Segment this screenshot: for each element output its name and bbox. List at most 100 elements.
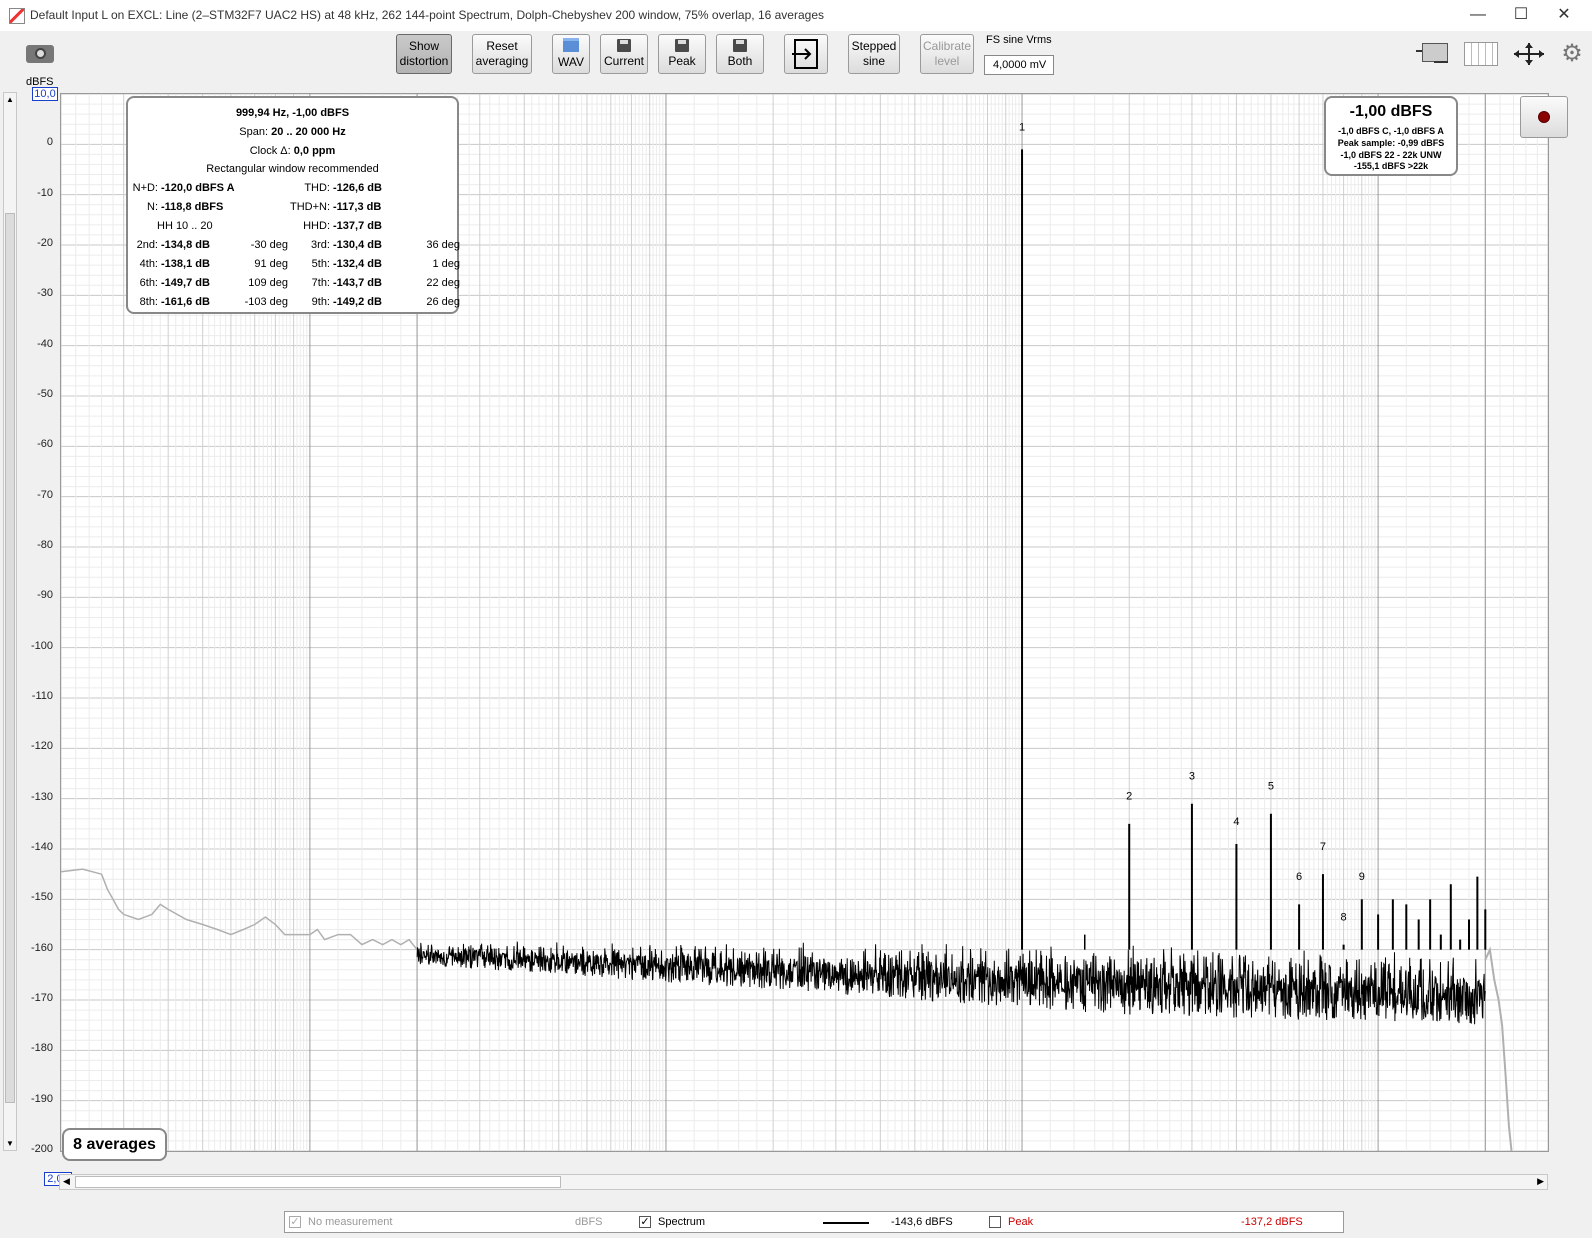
thd-label: THD:: [304, 182, 330, 194]
h8-label: 8th:: [139, 296, 158, 308]
span-readout: Span: 20 .. 20 000 Hz: [128, 126, 457, 138]
no-measurement-checkbox[interactable]: ✓: [289, 1216, 301, 1228]
h9-label: 9th:: [311, 296, 330, 308]
h2-value: -134,8 dB: [161, 239, 210, 251]
harmonic-label-3: 3: [1189, 771, 1195, 783]
no-measurement-unit: dBFS: [575, 1216, 603, 1228]
h8-phase: -103 deg: [244, 296, 288, 308]
columns-icon[interactable]: [1464, 42, 1498, 66]
window-recommendation: Rectangular window recommended: [206, 163, 379, 175]
close-button[interactable]: ✕: [1552, 4, 1576, 26]
h5-phase: 1 deg: [432, 258, 460, 270]
y-tick-label: -100: [30, 639, 53, 652]
calibrate-level-label-1: Calibrate: [922, 39, 972, 53]
thd-value: -126,6 dB: [333, 182, 382, 194]
h5-label: 5th:: [311, 258, 330, 270]
show-distortion-button[interactable]: Show distortion: [396, 34, 452, 74]
reset-averaging-label-2: averaging: [475, 54, 529, 68]
fs-sine-input[interactable]: 4,0000 mV: [984, 55, 1054, 75]
clock-readout: Clock Δ: 0,0 ppm: [128, 145, 457, 157]
h6-phase: 109 deg: [248, 277, 288, 289]
show-distortion-label-2: distortion: [399, 54, 449, 68]
folder-icon: [563, 38, 579, 52]
peak-checkbox[interactable]: [989, 1216, 1001, 1228]
h3-phase: 36 deg: [426, 239, 460, 251]
save-icon: [675, 39, 689, 52]
thdn-value: -117,3 dB: [333, 201, 382, 213]
h6-value: -149,7 dB: [161, 277, 210, 289]
save-current-button[interactable]: Current: [600, 34, 648, 74]
clock-value: 0,0 ppm: [293, 145, 336, 157]
save-icon: [733, 39, 747, 52]
stepped-sine-label-2: sine: [862, 54, 885, 68]
horizontal-scroll-thumb[interactable]: [75, 1176, 561, 1188]
reset-averaging-button[interactable]: Reset averaging: [472, 34, 532, 74]
spectrum-checkbox[interactable]: ✓: [639, 1216, 651, 1228]
peak-value: -137,2 dBFS: [1241, 1216, 1303, 1228]
y-max-input[interactable]: 10,0: [32, 87, 58, 101]
current-label: Current: [603, 54, 644, 68]
wav-label: WAV: [558, 55, 584, 69]
y-tick-label: -40: [37, 337, 53, 350]
export-button[interactable]: [784, 34, 828, 74]
y-tick-label: -170: [30, 992, 53, 1004]
stepped-sine-button[interactable]: Stepped sine: [848, 34, 900, 74]
level-line-4: -155,1 dBFS >22k: [1353, 161, 1429, 171]
level-main: -1,00 dBFS: [1349, 103, 1433, 120]
gear-icon[interactable]: ⚙: [1560, 42, 1584, 66]
h4-label: 4th:: [139, 258, 158, 270]
fs-sine-label: FS sine Vrms: [986, 34, 1052, 46]
y-tick-label: -10: [37, 186, 53, 199]
level-line-3: -1,0 dBFS 22 - 22k UNW: [1340, 150, 1442, 160]
hhd-value: -137,7 dB: [333, 220, 382, 232]
y-tick-label: -160: [30, 941, 53, 954]
record-button[interactable]: [1520, 96, 1568, 138]
span-value: 20 .. 20 000 Hz: [271, 126, 346, 138]
y-tick-label: -130: [30, 790, 53, 803]
horizontal-scrollbar[interactable]: ◀ ▶: [59, 1174, 1548, 1190]
y-tick-label: -90: [37, 589, 53, 602]
harmonic-label-1: 1: [1019, 121, 1025, 133]
h8-value: -161,6 dB: [161, 296, 210, 308]
wav-button[interactable]: WAV: [552, 34, 590, 74]
clock-label: Clock Δ:: [249, 145, 291, 157]
show-distortion-label-1: Show: [408, 39, 440, 53]
save-peak-button[interactable]: Peak: [658, 34, 706, 74]
app-icon: [9, 8, 25, 24]
h4-value: -138,1 dB: [161, 258, 210, 270]
calibrate-level-button[interactable]: Calibrate level: [920, 34, 974, 74]
harmonic-label-4: 4: [1233, 816, 1239, 828]
scroll-left-arrow[interactable]: ◀: [63, 1176, 70, 1187]
harmonic-label-5: 5: [1268, 781, 1274, 793]
spectrum-label: Spectrum: [658, 1216, 706, 1228]
scroll-up-arrow[interactable]: ▲: [5, 95, 15, 104]
reset-averaging-label-1: Reset: [486, 39, 518, 53]
calibrate-level-label-2: level: [934, 54, 960, 68]
y-tick-label: -140: [30, 841, 53, 853]
n-label: N:: [147, 201, 158, 213]
spectrum-trace: [416, 941, 1486, 1025]
y-tick-label: -180: [30, 1042, 53, 1055]
move-arrows-icon[interactable]: [1512, 41, 1546, 67]
y-tick-label: -80: [37, 539, 53, 551]
no-measurement-label: No measurement: [308, 1216, 393, 1228]
camera-icon[interactable]: [24, 41, 56, 65]
minimize-button[interactable]: —: [1466, 4, 1490, 26]
h9-value: -149,2 dB: [333, 296, 382, 308]
maximize-button[interactable]: ☐: [1509, 4, 1533, 26]
record-icon: [1538, 111, 1550, 123]
layout-icon[interactable]: [1416, 42, 1452, 66]
save-both-button[interactable]: Both: [716, 34, 764, 74]
level-panel: -1,00 dBFS -1,0 dBFS C, -1,0 dBFS A Peak…: [1324, 96, 1458, 176]
y-tick-label: -30: [37, 287, 53, 300]
y-tick-label: -60: [37, 438, 53, 451]
thdn-label: THD+N:: [289, 201, 330, 213]
window-title: Default Input L on EXCL: Line (2–STM32F7…: [30, 8, 824, 22]
h5-value: -132,4 dB: [333, 258, 382, 270]
spectrum-value: -143,6 dBFS: [891, 1216, 953, 1228]
y-tick-label: -150: [30, 891, 53, 904]
n-value: -118,8 dBFS: [161, 201, 224, 213]
y-tick-label: -70: [37, 488, 53, 501]
scroll-right-arrow[interactable]: ▶: [1537, 1176, 1544, 1187]
nd-value: -120,0 dBFS A: [161, 182, 235, 194]
